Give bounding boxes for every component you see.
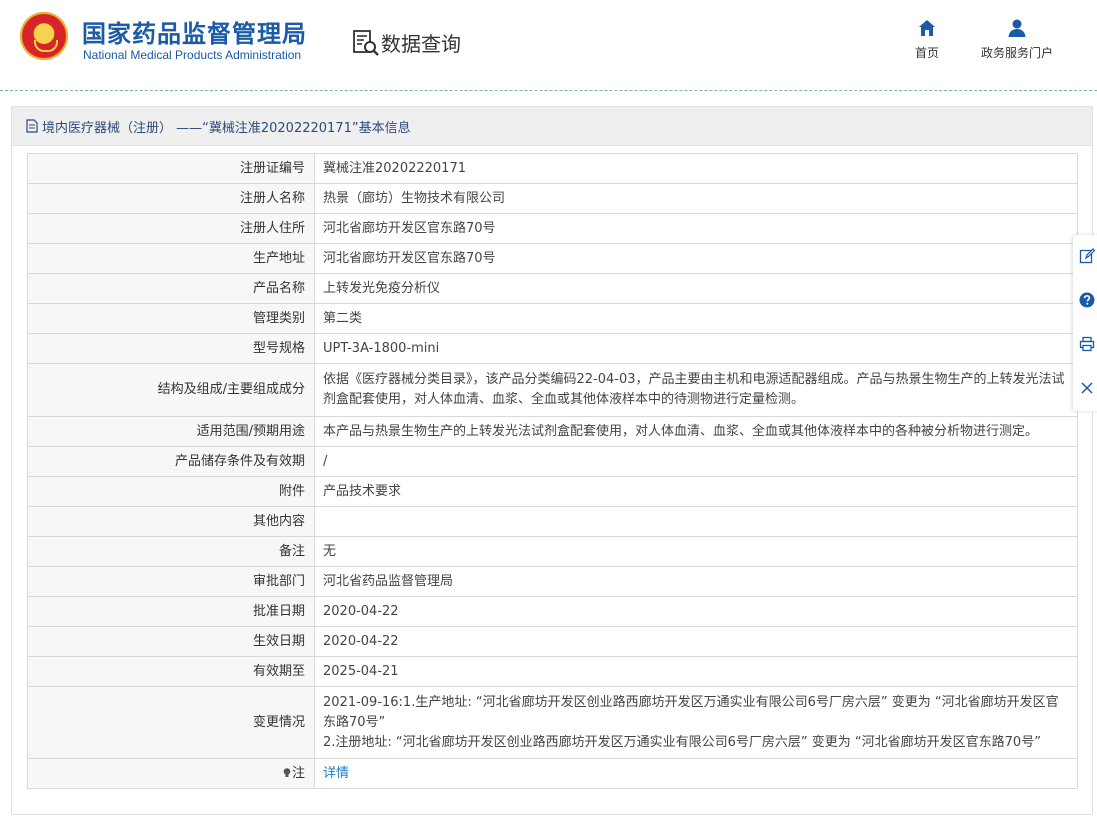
table-row: 审批部门 河北省药品监督管理局 [27, 566, 1078, 597]
field-value: / [314, 446, 1078, 477]
field-value: 河北省廊坊开发区官东路70号 [314, 243, 1078, 274]
edit-icon[interactable] [1079, 248, 1095, 264]
table-row: 生产地址 河北省廊坊开发区官东路70号 [27, 243, 1078, 274]
table-row: 型号规格 UPT-3A-1800-mini [27, 333, 1078, 364]
field-value: 无 [314, 536, 1078, 567]
header-divider [0, 90, 1097, 91]
table-row: 其他内容 [27, 506, 1078, 537]
change-history-line-1: 2021-09-16:1.生产地址: “河北省廊坊开发区创业路西廊坊开发区万通实… [323, 694, 1059, 730]
note-value-cell: 详情 [314, 758, 1078, 789]
table-row: 产品名称 上转发光免疫分析仪 [27, 273, 1078, 304]
table-row: 适用范围/预期用途 本产品与热景生物生产的上转发光法试剂盒配套使用，对人体血清、… [27, 416, 1078, 447]
field-label: 生产地址 [27, 243, 315, 274]
field-value: 上转发光免疫分析仪 [314, 273, 1078, 304]
site-header: 国家药品监督管理局 National Medical Products Admi… [0, 0, 1097, 90]
table-row: 附件 产品技术要求 [27, 476, 1078, 507]
table-row: 批准日期 2020-04-22 [27, 596, 1078, 627]
field-label: 审批部门 [27, 566, 315, 597]
field-label: 注册证编号 [27, 153, 315, 184]
site-title-en: National Medical Products Administration [83, 48, 302, 62]
national-emblem-logo [20, 12, 68, 60]
field-value: 河北省药品监督管理局 [314, 566, 1078, 597]
document-icon [26, 119, 38, 133]
field-label: 批准日期 [27, 596, 315, 627]
device-info-panel: 境内医疗器械（注册） ——“冀械注准20202220171”基本信息 注册证编号… [11, 106, 1093, 815]
close-icon[interactable] [1079, 380, 1095, 396]
data-query-label: 数据查询 [381, 32, 461, 56]
table-row: 产品储存条件及有效期 / [27, 446, 1078, 477]
table-row: 管理类别 第二类 [27, 303, 1078, 334]
field-label: 附件 [27, 476, 315, 507]
change-history-line-2: 2.注册地址: “河北省廊坊开发区创业路西廊坊开发区万通实业有限公司6号厂房六层… [323, 734, 1041, 750]
table-row: 注 详情 [27, 758, 1078, 789]
help-icon[interactable] [1079, 292, 1095, 308]
field-label: 变更情况 [27, 686, 315, 759]
device-info-table: 注册证编号 冀械注准20202220171 注册人名称 热景（廊坊）生物技术有限… [27, 153, 1078, 789]
user-icon [1008, 19, 1026, 37]
field-label: 有效期至 [27, 656, 315, 687]
panel-heading-text: 境内医疗器械（注册） ——“冀械注准20202220171”基本信息 [42, 120, 411, 136]
table-row: 结构及组成/主要组成成分 依据《医疗器械分类目录》，该产品分类编码22-04-0… [27, 363, 1078, 417]
field-label: 产品储存条件及有效期 [27, 446, 315, 477]
nav-home-label: 首页 [914, 46, 939, 60]
field-label: 适用范围/预期用途 [27, 416, 315, 447]
field-label: 管理类别 [27, 303, 315, 334]
field-value: 第二类 [314, 303, 1078, 334]
table-row: 注册人住所 河北省廊坊开发区官东路70号 [27, 213, 1078, 244]
data-query-icon [353, 30, 379, 56]
field-value: 河北省廊坊开发区官东路70号 [314, 213, 1078, 244]
table-row: 变更情况 2021-09-16:1.生产地址: “河北省廊坊开发区创业路西廊坊开… [27, 686, 1078, 759]
field-label: 其他内容 [27, 506, 315, 537]
field-value: 本产品与热景生物生产的上转发光法试剂盒配套使用，对人体血清、血浆、全血或其他体液… [314, 416, 1078, 447]
panel-heading: 境内医疗器械（注册） ——“冀械注准20202220171”基本信息 [12, 107, 1092, 146]
table-row: 有效期至 2025-04-21 [27, 656, 1078, 687]
field-label: 备注 [27, 536, 315, 567]
field-label: 结构及组成/主要组成成分 [27, 363, 315, 417]
nav-service-portal-link[interactable]: 政务服务门户 [975, 18, 1059, 61]
print-icon[interactable] [1079, 336, 1095, 352]
field-value: 依据《医疗器械分类目录》，该产品分类编码22-04-03，产品主要由主机和电源适… [314, 363, 1078, 417]
field-label: 生效日期 [27, 626, 315, 657]
field-value [314, 506, 1078, 537]
field-value: 热景（廊坊）生物技术有限公司 [314, 183, 1078, 214]
change-history-value: 2021-09-16:1.生产地址: “河北省廊坊开发区创业路西廊坊开发区万通实… [314, 686, 1078, 759]
table-row: 注册人名称 热景（廊坊）生物技术有限公司 [27, 183, 1078, 214]
table-row: 备注 无 [27, 536, 1078, 567]
site-title-cn: 国家药品监督管理局 [82, 20, 307, 48]
lightbulb-icon [283, 767, 291, 777]
field-value: 2020-04-22 [314, 596, 1078, 627]
home-icon [919, 20, 935, 36]
field-value: 冀械注准20202220171 [314, 153, 1078, 184]
field-label: 注 [291, 765, 305, 781]
nav-service-portal-label: 政务服务门户 [980, 46, 1053, 60]
field-value: UPT-3A-1800-mini [314, 333, 1078, 364]
field-value: 2025-04-21 [314, 656, 1078, 687]
side-toolbar [1073, 235, 1097, 411]
table-row: 生效日期 2020-04-22 [27, 626, 1078, 657]
field-label: 型号规格 [27, 333, 315, 364]
nav-home-link[interactable]: 首页 [910, 18, 944, 61]
details-link[interactable]: 详情 [323, 766, 349, 781]
note-label-cell: 注 [27, 758, 315, 789]
field-label: 产品名称 [27, 273, 315, 304]
field-value: 2020-04-22 [314, 626, 1078, 657]
field-label: 注册人住所 [27, 213, 315, 244]
table-row: 注册证编号 冀械注准20202220171 [27, 153, 1078, 184]
field-label: 注册人名称 [27, 183, 315, 214]
field-value: 产品技术要求 [314, 476, 1078, 507]
